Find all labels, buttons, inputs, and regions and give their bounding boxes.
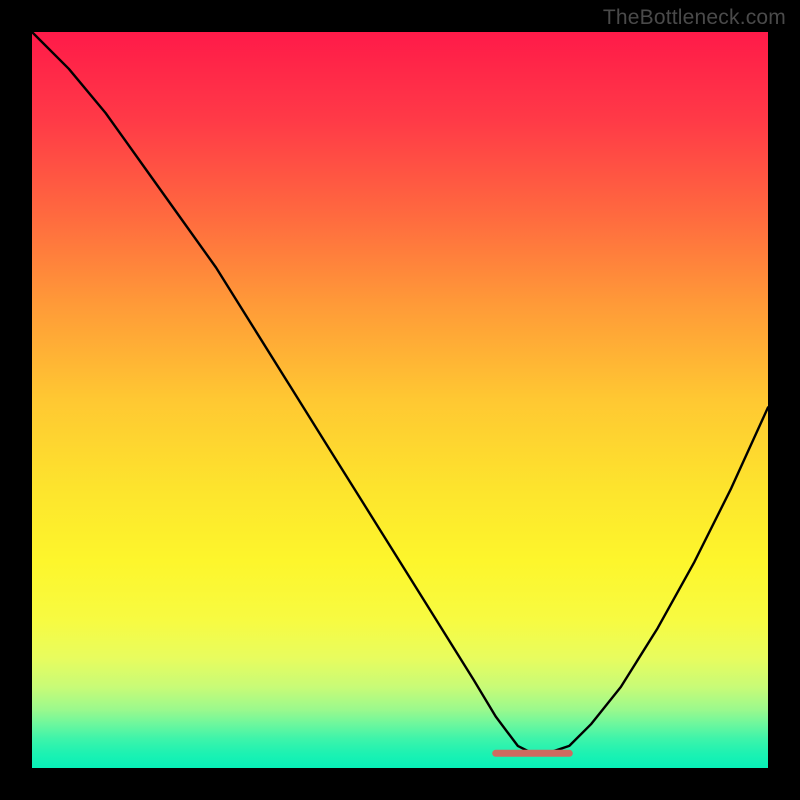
curve-path xyxy=(32,32,768,753)
chart-frame: TheBottleneck.com xyxy=(0,0,800,800)
attribution-text: TheBottleneck.com xyxy=(603,6,786,30)
plot-area xyxy=(32,32,768,768)
bottleneck-curve xyxy=(32,32,768,768)
